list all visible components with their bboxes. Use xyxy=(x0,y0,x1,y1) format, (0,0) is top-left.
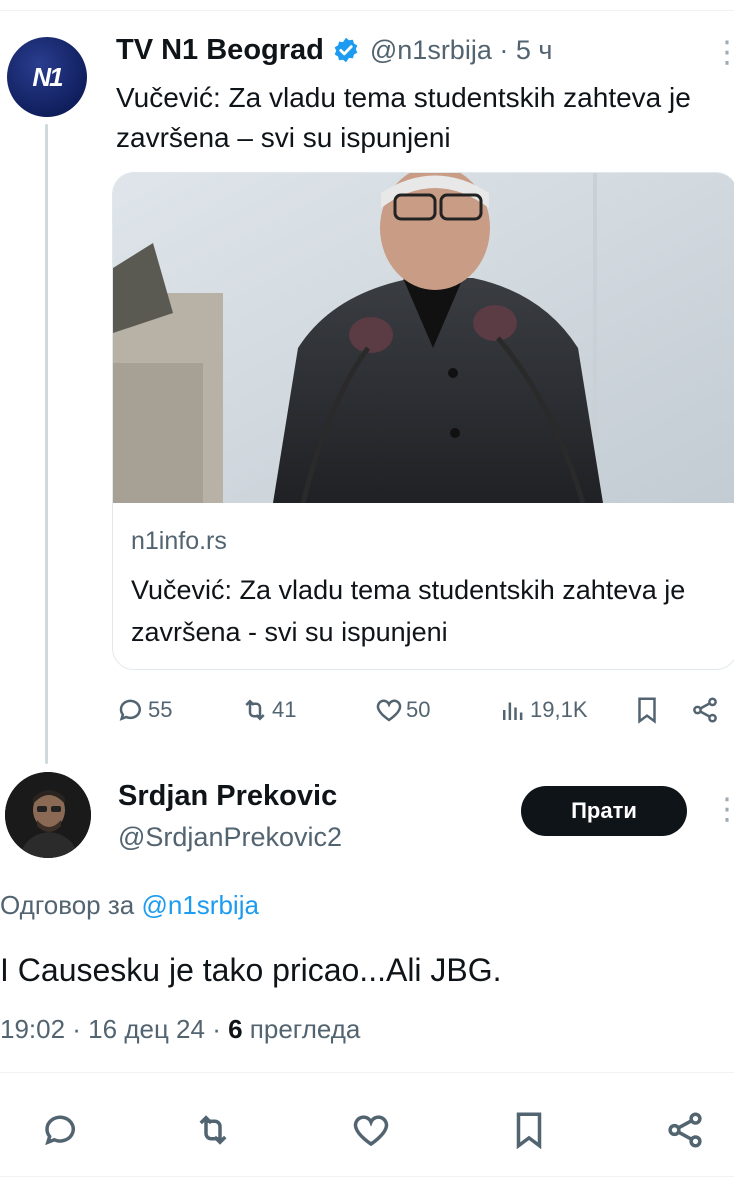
reply-count: 55 xyxy=(148,697,173,722)
tweet-actions: 55 41 50 19,1K xyxy=(112,690,732,730)
divider xyxy=(0,1072,734,1073)
reply-icon xyxy=(45,1115,75,1146)
like-icon xyxy=(353,1115,389,1147)
card-title: Vučević: Za vladu tema studentskih zahte… xyxy=(131,575,686,647)
bookmark-button[interactable] xyxy=(504,1105,554,1155)
retweet-icon xyxy=(245,699,265,721)
share-icon xyxy=(693,697,717,723)
reply-to-mention[interactable]: @n1srbija xyxy=(141,890,258,920)
reply-icon xyxy=(119,699,141,721)
reply-actions xyxy=(0,1105,734,1155)
views-count: 19,1K xyxy=(530,697,588,722)
share-icon xyxy=(668,1112,702,1148)
reply-text: I Causesku je tako pricao...Ali JBG. xyxy=(0,952,502,988)
avatar[interactable]: N1 xyxy=(7,37,87,117)
retweet-button[interactable]: 41 xyxy=(240,690,296,730)
bookmark-icon xyxy=(638,697,656,724)
reply-author-name[interactable]: Srdjan Prekovic xyxy=(118,780,337,813)
retweet-button[interactable] xyxy=(188,1105,238,1155)
link-card[interactable]: n1info.rs Vučević: Za vladu tema student… xyxy=(112,172,734,670)
bookmark-button[interactable] xyxy=(632,690,662,730)
share-button[interactable] xyxy=(690,690,720,730)
bookmark-icon xyxy=(516,1112,542,1150)
tweet-meta: 19:02 · 16 дец 24 · 6 прегледа xyxy=(0,1014,360,1045)
follow-button[interactable]: Прати xyxy=(521,786,687,836)
like-button[interactable]: 50 xyxy=(374,690,430,730)
tweet-text: Vučević: Za vladu tema studentskih zahte… xyxy=(116,82,691,153)
author-name[interactable]: TV N1 Beograd xyxy=(116,34,324,67)
tweet-header: TV N1 Beograd @n1srbija · 5 ч xyxy=(116,30,552,70)
share-button[interactable] xyxy=(660,1105,710,1155)
like-count: 50 xyxy=(406,697,431,722)
views-button[interactable]: 19,1K xyxy=(498,690,588,730)
thread-line xyxy=(45,124,48,764)
reply-button[interactable]: 55 xyxy=(116,690,172,730)
verified-badge-icon xyxy=(334,37,358,63)
avatar-logo: N1 xyxy=(32,61,63,92)
author-handle-time[interactable]: @n1srbija · 5 ч xyxy=(370,35,553,66)
bottom-divider xyxy=(0,1176,734,1177)
views-icon xyxy=(503,702,523,720)
like-button[interactable] xyxy=(346,1105,396,1155)
reply-author-handle[interactable]: @SrdjanPrekovic2 xyxy=(118,822,342,853)
reply-avatar[interactable] xyxy=(5,772,91,858)
more-icon[interactable]: ⋮ xyxy=(712,38,734,68)
retweet-count: 41 xyxy=(272,697,297,722)
like-icon xyxy=(376,699,402,722)
reply-to-line: Одговор за @n1srbija xyxy=(0,890,259,921)
reply-button[interactable] xyxy=(36,1105,86,1155)
top-divider xyxy=(0,10,734,11)
card-image xyxy=(113,173,734,503)
retweet-icon xyxy=(199,1115,227,1145)
views-count: 6 xyxy=(228,1014,243,1044)
card-domain: n1info.rs xyxy=(131,527,227,555)
views-label: прегледа xyxy=(242,1014,361,1044)
more-icon[interactable]: ⋮ xyxy=(712,795,734,825)
time-date[interactable]: 19:02 · 16 дец 24 · xyxy=(0,1014,228,1044)
reply-to-label: Одговор за xyxy=(0,890,135,920)
